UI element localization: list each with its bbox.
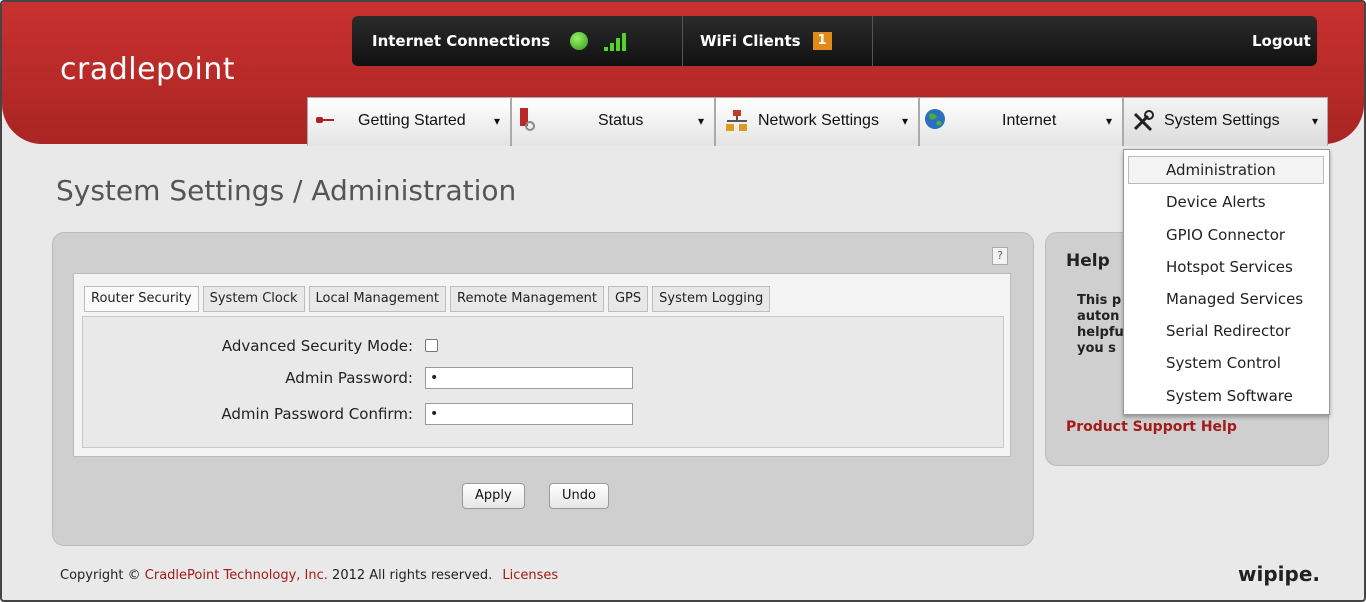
wifi-clients-badge: 1 bbox=[812, 32, 832, 50]
network-icon bbox=[726, 110, 747, 131]
admin-password-field[interactable]: • bbox=[425, 367, 633, 389]
company-link[interactable]: CradlePoint Technology, Inc. bbox=[145, 568, 328, 583]
tab-system-clock[interactable]: System Clock bbox=[202, 286, 305, 312]
chevron-down-icon: ▾ bbox=[902, 114, 909, 128]
nav-tab-label: Internet bbox=[1002, 112, 1057, 129]
status-icon bbox=[520, 108, 535, 131]
admin-password-label: Admin Password: bbox=[285, 369, 413, 387]
chevron-down-icon: ▾ bbox=[1312, 114, 1319, 128]
menu-item-administration[interactable]: Administration bbox=[1166, 161, 1276, 179]
tab-bar: Router Security System Clock Local Manag… bbox=[84, 286, 771, 312]
connection-status-icon bbox=[570, 32, 589, 50]
tab-gps[interactable]: GPS bbox=[607, 286, 649, 312]
admin-password-confirm-field[interactable]: • bbox=[425, 403, 633, 425]
help-title: Help bbox=[1066, 251, 1110, 271]
tab-local-management[interactable]: Local Management bbox=[308, 286, 447, 312]
key-icon bbox=[316, 117, 334, 123]
tab-system-logging[interactable]: System Logging bbox=[652, 286, 771, 312]
advanced-security-row: Advanced Security Mode: bbox=[83, 337, 683, 359]
settings-panel: ? Router Security System Clock Local Man… bbox=[52, 232, 1034, 546]
admin-password-confirm-row: Admin Password Confirm: • bbox=[83, 403, 683, 427]
browser-frame: cradlepoint Internet Connections WiFi Cl… bbox=[0, 0, 1366, 602]
tab-container: Router Security System Clock Local Manag… bbox=[73, 273, 1011, 457]
menu-item-system-software[interactable]: System Software bbox=[1166, 387, 1293, 405]
admin-password-confirm-label: Admin Password Confirm: bbox=[221, 405, 413, 423]
menu-item-hotspot-services[interactable]: Hotspot Services bbox=[1166, 258, 1293, 276]
nav-tab-network-settings[interactable]: Network Settings ▾ bbox=[715, 97, 919, 146]
tools-icon bbox=[1133, 110, 1154, 132]
chevron-down-icon: ▾ bbox=[494, 114, 501, 128]
router-security-form: Advanced Security Mode: Admin Password: … bbox=[82, 316, 1004, 448]
system-settings-dropdown: Administration Device Alerts GPIO Connec… bbox=[1123, 149, 1330, 415]
nav-tab-internet[interactable]: Internet ▾ bbox=[919, 97, 1123, 146]
header: cradlepoint Internet Connections WiFi Cl… bbox=[2, 2, 1364, 146]
product-support-help-link[interactable]: Product Support Help bbox=[1066, 419, 1237, 435]
globe-icon bbox=[925, 109, 945, 129]
undo-button[interactable]: Undo bbox=[549, 483, 609, 509]
footer: Copyright © CradlePoint Technology, Inc.… bbox=[60, 568, 558, 583]
wifi-clients-label: WiFi Clients bbox=[700, 32, 801, 50]
logout-link[interactable]: Logout bbox=[1252, 16, 1311, 66]
apply-button[interactable]: Apply bbox=[462, 483, 525, 509]
chevron-down-icon: ▾ bbox=[698, 114, 705, 128]
wipipe-logo: wipipe. bbox=[1238, 562, 1320, 586]
menu-item-serial-redirector[interactable]: Serial Redirector bbox=[1166, 322, 1290, 340]
internet-connections-item[interactable]: Internet Connections bbox=[372, 16, 627, 66]
advanced-security-checkbox[interactable] bbox=[425, 339, 438, 352]
top-status-bar: Internet Connections WiFi Clients 1 Logo… bbox=[352, 16, 1317, 66]
wifi-clients-item[interactable]: WiFi Clients 1 bbox=[700, 16, 832, 66]
nav-tab-system-settings[interactable]: System Settings ▾ bbox=[1123, 97, 1328, 146]
nav-tab-label: Getting Started bbox=[358, 112, 466, 129]
menu-item-gpio-connector[interactable]: GPIO Connector bbox=[1166, 226, 1285, 244]
copyright-suffix: 2012 All rights reserved. bbox=[332, 568, 493, 583]
internet-connections-label: Internet Connections bbox=[372, 32, 551, 50]
signal-strength-icon bbox=[604, 31, 627, 51]
advanced-security-label: Advanced Security Mode: bbox=[221, 337, 413, 355]
copyright-prefix: Copyright © bbox=[60, 568, 141, 583]
nav-tab-label: Network Settings bbox=[758, 112, 879, 129]
nav-tab-getting-started[interactable]: Getting Started ▾ bbox=[307, 97, 511, 146]
tab-router-security[interactable]: Router Security bbox=[84, 286, 199, 312]
cradlepoint-logo: cradlepoint bbox=[60, 52, 236, 87]
tab-remote-management[interactable]: Remote Management bbox=[450, 286, 604, 312]
chevron-down-icon: ▾ bbox=[1106, 114, 1113, 128]
page-title: System Settings / Administration bbox=[56, 174, 517, 207]
menu-item-managed-services[interactable]: Managed Services bbox=[1166, 290, 1303, 308]
licenses-link[interactable]: Licenses bbox=[502, 568, 558, 583]
admin-password-row: Admin Password: • bbox=[83, 367, 683, 391]
nav-tab-label: System Settings bbox=[1164, 112, 1280, 129]
help-question-icon[interactable]: ? bbox=[992, 247, 1008, 265]
menu-item-device-alerts[interactable]: Device Alerts bbox=[1166, 193, 1266, 211]
nav-tab-status[interactable]: Status ▾ bbox=[511, 97, 715, 146]
menu-item-system-control[interactable]: System Control bbox=[1166, 354, 1281, 372]
nav-tab-label: Status bbox=[598, 112, 644, 129]
